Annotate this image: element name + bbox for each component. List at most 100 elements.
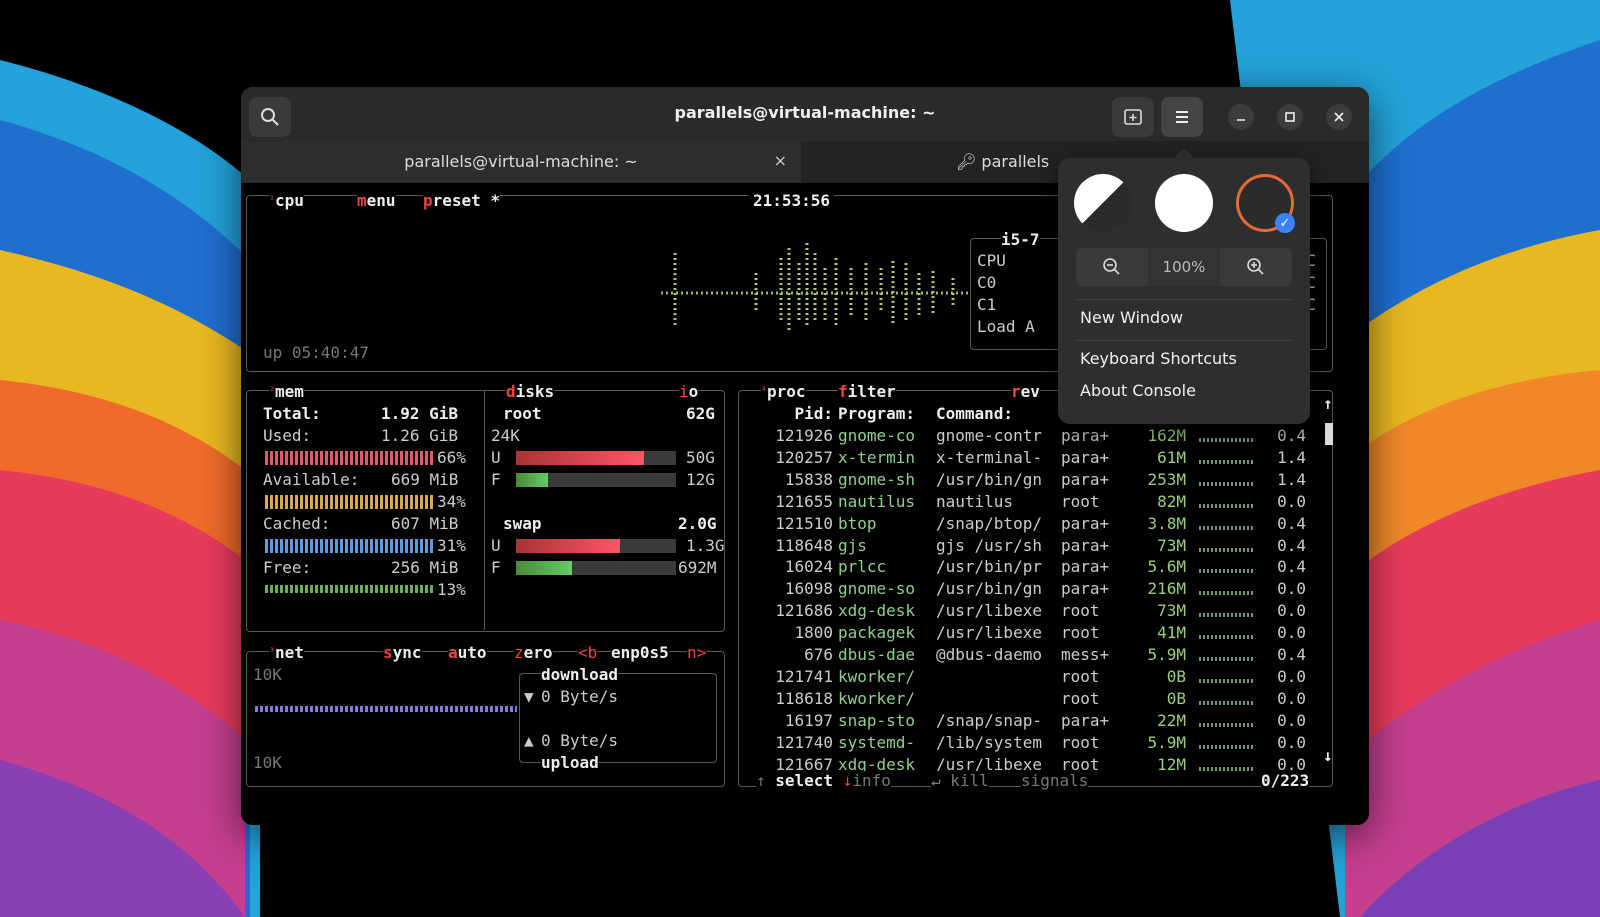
proc-kill[interactable]: ↵ kill <box>931 771 989 791</box>
proc-cell: gnome-so <box>838 579 916 599</box>
theme-follow-system[interactable] <box>1074 174 1132 232</box>
proc-cell: mess+ <box>1061 645 1110 664</box>
proc-cell: 1.4 <box>1277 447 1306 467</box>
disk-root-used-track <box>516 451 676 465</box>
tab-active[interactable]: parallels@virtual-machine: ~ × <box>241 141 801 183</box>
proc-cpu-sparkline <box>1199 591 1253 596</box>
proc-cell: /lib/system <box>936 732 1042 752</box>
proc-cell: 0.4 <box>1277 557 1306 577</box>
proc-cell: 1.4 <box>1277 469 1306 489</box>
proc-cpu-sparkline <box>1199 657 1253 661</box>
uptime: up 05:40:47 <box>263 343 369 362</box>
disk-swap-label: swap <box>503 514 542 533</box>
mem-tab-label[interactable]: ²mem <box>269 382 304 402</box>
zoom-out-button[interactable] <box>1076 248 1148 286</box>
proc-cell: 0.0 <box>1277 710 1306 730</box>
proc-cell: kworker/ <box>838 688 916 708</box>
disks-label[interactable]: disks <box>506 382 555 402</box>
proc-cell: systemd- <box>838 732 916 752</box>
proc-reverse[interactable]: rev <box>1011 382 1040 402</box>
minimize-button[interactable] <box>1228 104 1254 130</box>
proc-cell: root <box>1061 601 1100 621</box>
net-next-iface[interactable]: n> <box>687 643 707 663</box>
proc-cell: gnome-co <box>838 426 916 445</box>
theme-light[interactable] <box>1155 174 1213 232</box>
proc-cpu-sparkline <box>1199 459 1253 464</box>
zoom-in-button[interactable] <box>1220 248 1292 286</box>
proc-cell: nautilus <box>838 491 916 511</box>
net-auto[interactable]: auto <box>448 643 487 663</box>
mem-avail-meter <box>265 495 433 509</box>
disk-swap-size: 2.0G <box>678 514 717 533</box>
proc-cell: /usr/bin/gn <box>936 469 1042 489</box>
proc-header-cell[interactable]: Pid: <box>763 404 833 424</box>
net-sync[interactable]: sync <box>383 643 422 663</box>
tab-label: parallels <box>981 152 1050 171</box>
proc-cell: 82M <box>1157 491 1186 511</box>
checkmark-icon: ✓ <box>1275 213 1295 233</box>
zoom-controls: 100% <box>1076 248 1292 286</box>
proc-cell: 5.9M <box>1147 732 1186 752</box>
proc-cell: gnome-contr <box>936 426 1042 445</box>
main-menu-button[interactable] <box>1161 97 1203 137</box>
menu-about-console[interactable]: About Console <box>1080 381 1196 400</box>
cpu-row-label: CPU <box>977 251 1006 270</box>
theme-dark[interactable]: ✓ <box>1236 174 1295 233</box>
disk-f-label: F <box>491 470 501 489</box>
cpu-preset-label[interactable]: preset * <box>423 191 501 211</box>
proc-cell: gjs <box>838 535 867 555</box>
close-button[interactable] <box>1326 104 1352 130</box>
scroll-down-icon[interactable]: ↓ <box>1323 746 1333 766</box>
proc-cell: 120257 <box>775 447 833 467</box>
upload-arrow-icon: ▲ <box>524 731 534 750</box>
proc-cpu-sparkline <box>1199 700 1253 705</box>
io-toggle[interactable]: io <box>679 382 699 402</box>
tab-second[interactable]: 🔑︎ parallels <box>956 152 1049 171</box>
cpu-tab-label[interactable]: ¹cpu <box>269 191 304 211</box>
cpu-menu-label[interactable]: menu <box>357 191 396 211</box>
menu-keyboard-shortcuts[interactable]: Keyboard Shortcuts <box>1080 349 1237 368</box>
proc-cell: 73M <box>1157 601 1186 621</box>
proc-cell: /usr/libexe <box>936 623 1042 643</box>
scrollbar-thumb[interactable] <box>1325 423 1333 445</box>
new-tab-icon <box>1124 109 1142 125</box>
net-zero[interactable]: zero <box>514 643 553 663</box>
tab-close-icon[interactable]: × <box>774 151 787 170</box>
proc-cell: xdg-desk <box>838 601 916 621</box>
proc-header-cell[interactable]: Program: <box>838 404 933 424</box>
new-tab-button[interactable] <box>1112 97 1154 137</box>
proc-cpu-sparkline <box>1199 722 1253 727</box>
proc-cell: 676 <box>804 645 833 664</box>
proc-signals[interactable]: signals <box>1021 771 1089 791</box>
key-icon: 🔑︎ <box>956 152 977 171</box>
menu-new-window[interactable]: New Window <box>1080 308 1183 327</box>
proc-cell: snap-sto <box>838 710 916 730</box>
proc-cell: 0.0 <box>1277 732 1306 752</box>
zoom-level[interactable]: 100% <box>1148 248 1220 286</box>
proc-cpu-sparkline <box>1199 481 1253 486</box>
proc-tab-label[interactable]: ⁴proc <box>761 382 806 402</box>
tab-label: parallels@virtual-machine: ~ <box>404 152 638 171</box>
net-prev-iface[interactable]: <b <box>578 643 598 663</box>
disk-root-free-track <box>516 473 676 487</box>
proc-cell: 15838 <box>784 469 833 489</box>
maximize-button[interactable] <box>1277 104 1303 130</box>
proc-cell: 16197 <box>784 710 833 730</box>
disk-u-label: U <box>491 448 501 467</box>
mem-cached: 607 MiB <box>391 514 459 533</box>
proc-filter[interactable]: filter <box>838 382 896 402</box>
mem-cached-meter <box>265 539 433 553</box>
cpu-row-label: Load A <box>977 317 1035 336</box>
proc-cell: gjs /usr/sh <box>936 535 1042 555</box>
scroll-up-icon[interactable]: ↑ <box>1323 394 1333 414</box>
proc-header-cell[interactable]: Command: <box>936 404 1051 424</box>
mem-avail-label: Available: <box>263 470 360 489</box>
proc-cell: para+ <box>1061 513 1110 533</box>
mem-avail: 669 MiB <box>391 470 459 489</box>
proc-cell: gnome-sh <box>838 469 916 489</box>
net-tab-label[interactable]: ³net <box>269 643 304 663</box>
disk-root-free: 12G <box>686 470 715 489</box>
proc-cell: x-termin <box>838 447 916 467</box>
swap-free-track <box>516 561 676 575</box>
proc-cell: prlcc <box>838 557 887 577</box>
